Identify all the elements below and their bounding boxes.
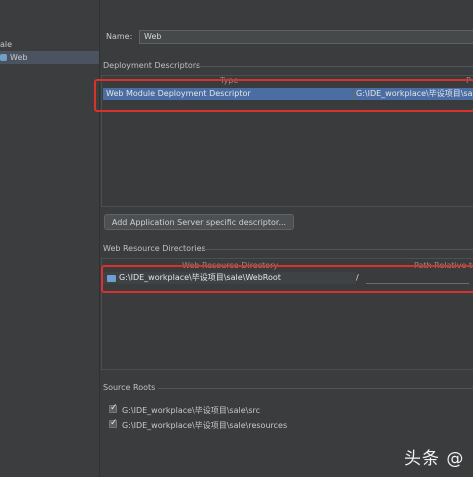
source-roots-title: Source Roots [103, 383, 156, 392]
name-input[interactable]: Web [139, 30, 473, 44]
source-root-path: G:\IDE_workplace\毕设项目\sale\resources [122, 421, 288, 430]
checkmark-icon: ✓ [110, 418, 118, 428]
name-label: Name: [106, 32, 133, 41]
source-root-checkbox[interactable]: ✓ [109, 403, 118, 413]
tree-item-web[interactable]: Web [0, 51, 99, 64]
section-separator [158, 388, 473, 389]
web-resource-directories-title: Web Resource Directories [103, 244, 206, 253]
pane-divider[interactable] [99, 0, 100, 477]
module-tree: ale Web [0, 0, 99, 477]
section-separator [198, 249, 473, 250]
name-input-value: Web [144, 32, 162, 41]
source-root-checkbox[interactable]: ✓ [109, 418, 118, 428]
web-facet-icon [0, 54, 7, 61]
add-server-descriptor-button[interactable]: Add Application Server specific descript… [104, 214, 294, 230]
highlight-box [94, 79, 473, 112]
highlight-box [101, 265, 473, 293]
watermark-text: 头条 @ [404, 449, 465, 469]
tree-root-label: ale [0, 40, 13, 49]
facet-settings-screen: ale Web Name: Web Deployment Descriptors… [0, 0, 473, 477]
checkmark-icon: ✓ [110, 403, 118, 413]
source-root-path: G:\IDE_workplace\毕设项目\sale\src [122, 406, 261, 415]
deployment-descriptors-title: Deployment Descriptors [103, 61, 201, 70]
section-separator [192, 66, 473, 67]
tree-web-label: Web [10, 53, 28, 62]
tree-item-root[interactable]: ale [0, 38, 99, 51]
